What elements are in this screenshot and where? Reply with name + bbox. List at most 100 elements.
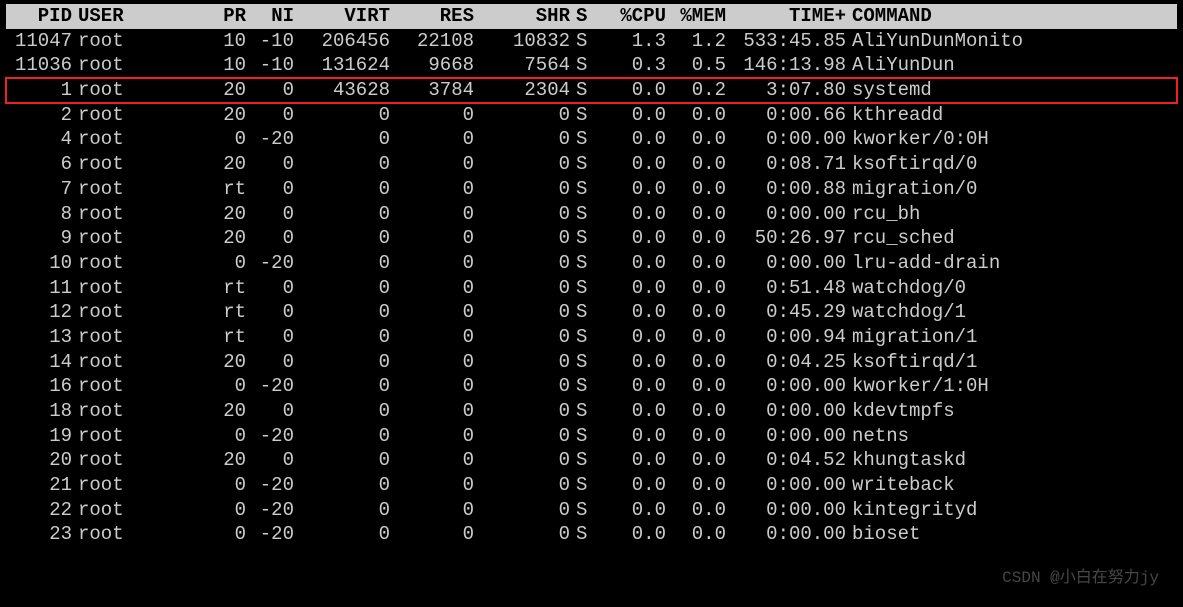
header-pr[interactable]: PR [138,4,246,29]
watermark-text: CSDN @小白在努力jy [1002,568,1159,589]
cell-pid: 11 [6,276,72,301]
cell-time: 0:00.00 [726,424,846,449]
cell-virt: 0 [294,473,390,498]
process-row[interactable]: 6root200000S0.00.00:08.71ksoftirqd/0 [6,152,1177,177]
process-row[interactable]: 14root200000S0.00.00:04.25ksoftirqd/1 [6,350,1177,375]
process-row[interactable]: 11036root10-1013162496687564S0.30.5146:1… [6,53,1177,78]
cell-cpu: 1.3 [594,29,666,54]
header-cmd[interactable]: COMMAND [846,4,1177,29]
process-row[interactable]: 21root0-20000S0.00.00:00.00writeback [6,473,1177,498]
process-row[interactable]: 1root2004362837842304S0.00.23:07.80syste… [6,78,1177,103]
process-row[interactable]: 12rootrt0000S0.00.00:45.29watchdog/1 [6,300,1177,325]
cell-shr: 0 [474,251,570,276]
cell-s: S [570,202,594,227]
cell-cmd: khungtaskd [846,448,1177,473]
cell-mem: 0.0 [666,399,726,424]
cell-res: 0 [390,103,474,128]
cell-mem: 0.0 [666,522,726,547]
cell-cpu: 0.0 [594,276,666,301]
process-row[interactable]: 22root0-20000S0.00.00:00.00kintegrityd [6,498,1177,523]
cell-time: 0:04.25 [726,350,846,375]
process-row[interactable]: 4root0-20000S0.00.00:00.00kworker/0:0H [6,127,1177,152]
process-row[interactable]: 13rootrt0000S0.00.00:00.94migration/1 [6,325,1177,350]
cell-cpu: 0.0 [594,448,666,473]
cell-pid: 11047 [6,29,72,54]
header-s[interactable]: S [570,4,594,29]
process-row[interactable]: 16root0-20000S0.00.00:00.00kworker/1:0H [6,374,1177,399]
header-time[interactable]: TIME+ [726,4,846,29]
cell-pid: 21 [6,473,72,498]
cell-ni: 0 [246,300,294,325]
header-user[interactable]: USER [72,4,138,29]
cell-cmd: watchdog/0 [846,276,1177,301]
cell-pr: rt [138,276,246,301]
cell-pr: 10 [138,53,246,78]
cell-ni: -10 [246,53,294,78]
cell-pid: 8 [6,202,72,227]
cell-cmd: bioset [846,522,1177,547]
cell-virt: 0 [294,152,390,177]
process-row[interactable]: 2root200000S0.00.00:00.66kthreadd [6,103,1177,128]
cell-ni: -20 [246,498,294,523]
header-virt[interactable]: VIRT [294,4,390,29]
cell-user: root [72,300,138,325]
cell-virt: 0 [294,103,390,128]
cell-ni: 0 [246,325,294,350]
cell-virt: 0 [294,350,390,375]
header-res[interactable]: RES [390,4,474,29]
cell-ni: 0 [246,78,294,103]
process-row[interactable]: 11rootrt0000S0.00.00:51.48watchdog/0 [6,276,1177,301]
process-row[interactable]: 18root200000S0.00.00:00.00kdevtmpfs [6,399,1177,424]
header-cpu[interactable]: %CPU [594,4,666,29]
header-shr[interactable]: SHR [474,4,570,29]
cell-virt: 0 [294,276,390,301]
cell-res: 0 [390,498,474,523]
process-row[interactable]: 11047root10-102064562210810832S1.31.2533… [6,29,1177,54]
cell-s: S [570,103,594,128]
header-ni[interactable]: NI [246,4,294,29]
cell-user: root [72,498,138,523]
process-row[interactable]: 19root0-20000S0.00.00:00.00netns [6,424,1177,449]
cell-cmd: lru-add-drain [846,251,1177,276]
cell-mem: 0.0 [666,202,726,227]
process-row[interactable]: 10root0-20000S0.00.00:00.00lru-add-drain [6,251,1177,276]
cell-time: 0:00.66 [726,103,846,128]
cell-res: 0 [390,350,474,375]
cell-cmd: kworker/0:0H [846,127,1177,152]
cell-cpu: 0.0 [594,127,666,152]
cell-pr: 0 [138,251,246,276]
table-header-row[interactable]: PIDUSERPRNIVIRTRESSHRS%CPU%MEMTIME+COMMA… [6,4,1177,29]
process-row[interactable]: 8root200000S0.00.00:00.00rcu_bh [6,202,1177,227]
process-row[interactable]: 23root0-20000S0.00.00:00.00bioset [6,522,1177,547]
cell-s: S [570,448,594,473]
cell-cmd: kthreadd [846,103,1177,128]
cell-user: root [72,53,138,78]
cell-time: 0:00.00 [726,374,846,399]
cell-time: 0:51.48 [726,276,846,301]
header-mem[interactable]: %MEM [666,4,726,29]
cell-time: 0:00.00 [726,251,846,276]
cell-s: S [570,53,594,78]
cell-pr: 0 [138,498,246,523]
cell-mem: 0.0 [666,473,726,498]
cell-pid: 18 [6,399,72,424]
cell-res: 0 [390,448,474,473]
header-pid[interactable]: PID [6,4,72,29]
cell-time: 0:00.00 [726,399,846,424]
process-row[interactable]: 9root200000S0.00.050:26.97rcu_sched [6,226,1177,251]
cell-virt: 0 [294,448,390,473]
process-row[interactable]: 7rootrt0000S0.00.00:00.88migration/0 [6,177,1177,202]
cell-mem: 1.2 [666,29,726,54]
cell-pr: rt [138,325,246,350]
cell-virt: 0 [294,325,390,350]
cell-pr: 10 [138,29,246,54]
cell-shr: 0 [474,177,570,202]
process-row[interactable]: 20root200000S0.00.00:04.52khungtaskd [6,448,1177,473]
cell-cpu: 0.0 [594,424,666,449]
cell-ni: -20 [246,424,294,449]
cell-cmd: ksoftirqd/0 [846,152,1177,177]
top-process-table: PIDUSERPRNIVIRTRESSHRS%CPU%MEMTIME+COMMA… [6,4,1177,547]
cell-res: 0 [390,152,474,177]
cell-pid: 13 [6,325,72,350]
cell-shr: 0 [474,498,570,523]
